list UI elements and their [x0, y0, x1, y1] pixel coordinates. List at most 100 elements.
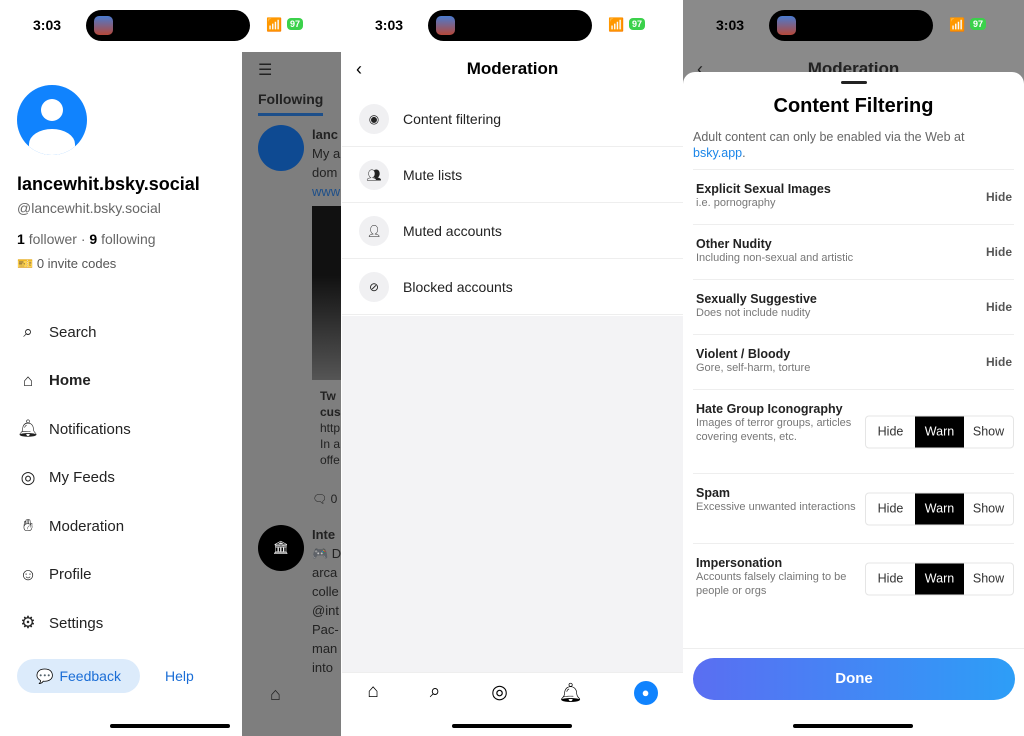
post-avatar-archive[interactable]: 🏛 [258, 525, 304, 571]
option-warn[interactable]: Warn [915, 416, 964, 447]
ticket-icon: 🎫 [17, 256, 34, 271]
post-line: @int [312, 603, 339, 618]
filter-row: Sexually Suggestive Does not include nudi… [693, 279, 1014, 334]
nav-item-settings[interactable]: ⚙ Settings [17, 599, 131, 648]
nav-item-label: Moderation [49, 517, 125, 535]
tab-following[interactable]: Following [258, 91, 324, 116]
nav-item-my-feeds[interactable]: ◎ My Feeds [17, 454, 131, 503]
option-hide[interactable]: Hide [866, 416, 915, 447]
home-icon: ⌂ [22, 370, 34, 390]
done-button[interactable]: Done [693, 658, 1015, 700]
clock: 3:03 [375, 17, 404, 33]
moderation-item-content-filtering[interactable]: ◉ Content filtering [342, 91, 683, 147]
option-show[interactable]: Show [964, 563, 1013, 594]
status-bar: 3:03 📶 97 [0, 0, 341, 50]
post-line: My a [312, 146, 341, 161]
post-line: Pac- [312, 622, 339, 637]
filter-value[interactable]: Hide [986, 300, 1012, 314]
option-show[interactable]: Show [964, 493, 1013, 524]
search-icon: ⌕ [23, 322, 33, 342]
wifi-icon: 📶 [608, 17, 625, 32]
filter-desc: i.e. pornography [696, 197, 776, 209]
moderation-item-blocked-accounts[interactable]: ⊘ Blocked accounts [342, 259, 683, 315]
hand-icon: ✋︎ [23, 516, 33, 536]
post-avatar[interactable] [258, 125, 304, 171]
nav-item-moderation[interactable]: ✋︎ Moderation [17, 502, 131, 551]
sheet-handle[interactable] [841, 81, 867, 84]
post-line: http [320, 421, 341, 435]
option-warn[interactable]: Warn [915, 493, 964, 524]
avatar[interactable] [17, 85, 87, 155]
filter-value[interactable]: Hide [986, 245, 1012, 259]
filter-desc: Does not include nudity [696, 307, 811, 319]
moderation-item-label: Muted accounts [403, 222, 502, 239]
link-card[interactable]: Tw cus http In a offe [320, 388, 341, 468]
filter-title: Other Nudity [696, 237, 772, 251]
dynamic-island [769, 10, 933, 41]
post-line: into [312, 660, 333, 675]
nav-item-label: My Feeds [49, 469, 115, 487]
post-line: colle [312, 584, 339, 599]
back-icon[interactable]: ‹ [356, 52, 362, 86]
follow-stats[interactable]: 1 follower · 9 following [17, 231, 156, 247]
empty-area [342, 316, 683, 672]
help-link[interactable]: Help [165, 668, 194, 684]
home-indicator [793, 724, 913, 728]
menu-icon[interactable]: ☰ [258, 60, 272, 80]
profile-icon[interactable]: ● [633, 681, 658, 705]
post-line: 🎮 D [312, 546, 341, 561]
status-bar: 3:03 📶 97 [342, 0, 683, 50]
filter-row: Hate Group Iconography Images of terror g… [693, 389, 1014, 473]
bsky-link[interactable]: bsky.app [693, 146, 742, 160]
post-line: man [312, 641, 338, 656]
filter-segmented-control: Hide Warn Show [865, 492, 1014, 525]
filter-desc: Excessive unwanted interactions [696, 501, 856, 513]
filter-title: Violent / Bloody [696, 347, 791, 361]
status-bar: 3:03 📶 97 [683, 0, 1024, 50]
eye-icon: ◉ [359, 103, 389, 134]
moderation-item-muted-accounts[interactable]: 👤︎ Muted accounts [342, 203, 683, 259]
nav-item-notifications[interactable]: 🔔︎ Notifications [17, 405, 131, 454]
profile-icon: ☺ [19, 564, 37, 584]
wifi-icon: 📶 [949, 17, 966, 32]
option-hide[interactable]: Hide [866, 493, 915, 524]
home-tab-icon[interactable]: ⌂ [270, 684, 281, 705]
post-line: Inte [312, 527, 336, 542]
filter-title: Explicit Sexual Images [696, 182, 831, 196]
filter-value[interactable]: Hide [986, 190, 1012, 204]
chat-icon: 💬 [36, 667, 54, 684]
moderation-item-mute-lists[interactable]: 👥︎ Mute lists [342, 147, 683, 203]
nav-item-home[interactable]: ⌂ Home [17, 357, 131, 406]
filter-row: Spam Excessive unwanted interactions Hide W… [693, 473, 1014, 543]
filter-title: Hate Group Iconography [696, 402, 843, 416]
filter-value[interactable]: Hide [986, 355, 1012, 369]
nav-item-profile[interactable]: ☺ Profile [17, 551, 131, 600]
drawer-screen: 3:03 📶 97 ☰ Following lanc My a dom www Tw c… [0, 0, 341, 736]
nav-item-label: Notifications [49, 420, 131, 438]
post-line: lanc [312, 127, 339, 142]
option-show[interactable]: Show [964, 416, 1013, 447]
home-indicator [452, 724, 572, 728]
nav-item-search[interactable]: ⌕ Search [17, 308, 131, 357]
option-warn[interactable]: Warn [915, 563, 964, 594]
handle: @lancewhit.bsky.social [17, 200, 161, 216]
filter-list: Explicit Sexual Images i.e. pornography Hi… [693, 169, 1014, 613]
filter-desc: Gore, self-harm, torture [696, 362, 811, 374]
post-text: lanc My a dom www [312, 125, 340, 201]
reply-count[interactable]: 🗨 0 [312, 492, 337, 506]
feedback-button[interactable]: 💬 Feedback [17, 659, 140, 693]
dimmed-feed[interactable]: ☰ Following lanc My a dom www Tw cus http In a… [242, 52, 341, 736]
divider [683, 648, 1024, 649]
option-hide[interactable]: Hide [866, 563, 915, 594]
invite-codes[interactable]: 🎫 0 invite codes [17, 256, 116, 272]
filter-desc: Accounts falsely claiming to be people o… [696, 571, 847, 597]
home-icon[interactable]: ⌂ [367, 681, 378, 736]
search-icon[interactable]: ⌕ [430, 681, 441, 736]
dynamic-island [428, 10, 592, 41]
post-line: cus [320, 405, 341, 419]
wifi-icon: 📶 [266, 17, 283, 32]
page-title: Moderation [466, 59, 559, 78]
users-icon: 👥︎ [359, 159, 389, 190]
nav-item-label: Search [49, 323, 97, 341]
post-image[interactable] [312, 206, 341, 380]
